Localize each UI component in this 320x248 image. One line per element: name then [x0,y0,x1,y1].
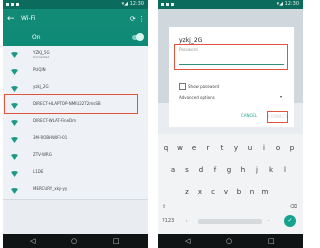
key-f[interactable]: f [210,166,220,174]
selected-network-highlight [4,94,138,114]
key-q[interactable]: q [161,144,171,152]
key-g[interactable]: g [224,166,234,174]
wifi-signal-icon [11,188,18,194]
page-title: Wi-Fi [21,15,36,22]
nav-bar: ◁ ○ □ [158,234,303,248]
network-row[interactable]: ZTV-WRG [3,148,148,166]
nav-bar: ◁ ○ □ [3,234,148,248]
app-bar: ← Wi-Fi ⟳ ⋮ [3,9,148,30]
network-status: Connected [33,55,50,59]
network-row[interactable]: YZKJ_5G Connected [3,46,148,64]
key-t[interactable]: t [217,144,227,152]
home-nav-icon[interactable]: ○ [71,236,77,246]
status-indicators: ▾◢ 12:30 [121,1,144,7]
key-r[interactable]: r [203,144,213,152]
key-i[interactable]: i [259,144,269,152]
key-w[interactable]: w [175,144,185,152]
status-bar: ▾◢ 12:30 [3,0,148,9]
key-s[interactable]: s [182,166,192,174]
wifi-signal-icon [11,69,18,75]
network-ssid: PUQIN [33,67,46,72]
wifi-signal-icon [11,137,18,143]
status-icon [166,3,169,6]
space-key[interactable] [198,219,262,224]
wifi-toggle-row[interactable]: On [3,30,148,46]
cancel-button[interactable]: CANCEL [241,113,257,118]
wifi-settings-screen: ▾◢ 12:30 ← Wi-Fi ⟳ ⋮ On YZKJ_5G Connected… [3,0,148,248]
comma-key[interactable]: , [186,217,188,223]
network-ssid: L1DE [33,169,44,174]
network-ssid: 3M-ROBHWIFI-01 [33,135,68,140]
show-password-checkbox[interactable] [179,83,186,90]
network-row[interactable]: 3M-ROBHWIFI-01 [3,131,148,149]
recent-apps-icon[interactable]: □ [268,236,275,246]
refresh-and-more-icon[interactable]: ⟳ ⋮ [130,14,145,24]
key-z[interactable]: z [182,188,192,196]
status-icon [11,3,14,6]
network-row[interactable]: DIRECT-WLAT-FineDm [3,114,148,132]
key-a[interactable]: a [168,166,178,174]
wifi-switch-knob[interactable] [136,33,144,41]
key-m[interactable]: m [260,188,270,196]
key-h[interactable]: h [238,166,248,174]
network-row[interactable]: PUQIN [3,63,148,81]
key-j[interactable]: j [252,166,262,174]
show-password-label: Show password [188,84,220,89]
wifi-signal-icon [11,86,18,92]
backspace-key[interactable]: ⌫ [290,204,297,210]
network-ssid: DIRECT-WLAT-FineDm [33,118,77,123]
status-icon [16,3,19,6]
period-key[interactable]: . [268,217,270,223]
wifi-password-screen: ▾◢ 12:30 yzkj_2G Password Show password … [158,0,303,248]
recent-apps-icon[interactable]: □ [113,236,120,246]
dialog-title: yzkj_2G [179,37,203,44]
network-ssid: ZTV-WRG [33,152,52,157]
key-d[interactable]: d [196,166,206,174]
wifi-signal-icon [11,120,18,126]
keyboard: ⇧ ⌫ ?123 , . ✓ qwertyuiop asdfghjkl zxcvbn… [158,134,303,234]
advanced-options[interactable]: Advanced options [179,95,215,100]
password-input-highlight [174,44,288,70]
key-u[interactable]: u [245,144,255,152]
home-nav-icon[interactable]: ○ [226,236,232,246]
key-n[interactable]: n [247,188,257,196]
network-row[interactable]: MERCURY_xky-yy [3,182,148,200]
key-v[interactable]: v [221,188,231,196]
key-k[interactable]: k [266,166,276,174]
password-dialog: yzkj_2G Password Show password Advanced … [169,27,294,127]
status-icon [6,3,9,6]
key-e[interactable]: e [189,144,199,152]
wifi-signal-icon [11,52,18,58]
connect-button[interactable]: CONNECT [267,111,288,123]
back-arrow-icon[interactable]: ← [7,13,15,25]
status-indicators: ▾◢ 12:30 [276,1,299,7]
key-o[interactable]: o [273,144,283,152]
status-icon [171,3,174,6]
network-row[interactable]: L1DE [3,165,148,183]
symbols-key[interactable]: ?123 [162,218,174,224]
key-p[interactable]: p [287,144,297,152]
key-x[interactable]: x [195,188,205,196]
network-ssid: yzkj_2G [33,84,49,89]
key-b[interactable]: b [234,188,244,196]
key-l[interactable]: l [280,166,290,174]
status-icon [161,3,164,6]
back-nav-icon[interactable]: ◁ [30,236,35,246]
wifi-signal-icon [11,154,18,160]
network-ssid: MERCURY_xky-yy [33,186,68,191]
wifi-toggle-label: On [32,34,41,41]
key-c[interactable]: c [208,188,218,196]
chevron-down-icon[interactable]: ▾ [280,94,282,99]
back-nav-icon[interactable]: ◁ [185,236,190,246]
key-y[interactable]: y [231,144,241,152]
wifi-signal-icon [11,171,18,177]
shift-key[interactable]: ⇧ [162,204,166,210]
status-bar: ▾◢ 12:30 [158,0,303,9]
enter-key[interactable]: ✓ [284,215,296,227]
